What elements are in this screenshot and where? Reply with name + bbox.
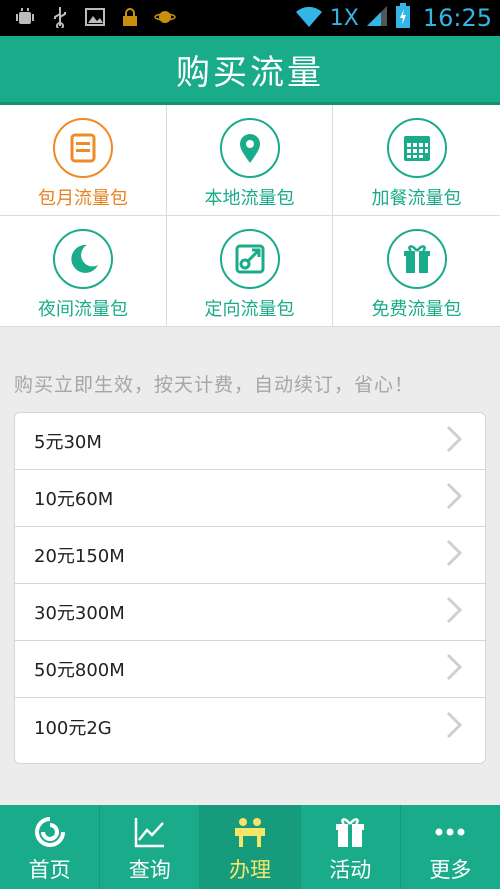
planet-icon [154, 6, 176, 32]
usb-icon [49, 6, 71, 32]
android-debug-icon [14, 6, 36, 32]
package-row[interactable]: 10元60M [15, 470, 485, 527]
package-label: 50元800M [34, 660, 125, 681]
nav-label: 更多 [429, 858, 472, 882]
billing-note: 购买立即生效，按天计费，自动续订，省心！ [14, 374, 415, 396]
nav-label: 首页 [28, 858, 71, 882]
nav-activity[interactable]: 活动 [301, 805, 401, 889]
package-row[interactable]: 20元150M [15, 527, 485, 584]
battery-icon [395, 3, 411, 33]
gift-icon [386, 229, 447, 289]
gift-icon [333, 815, 367, 849]
chevron-right-icon [445, 652, 463, 686]
more-dots-icon [433, 815, 467, 849]
package-row[interactable]: 50元800M [15, 641, 485, 698]
wifi-icon [294, 3, 324, 33]
nav-more[interactable]: 更多 [401, 805, 500, 889]
package-row[interactable]: 5元30M [15, 413, 485, 470]
nav-label: 活动 [329, 858, 372, 882]
package-list: 5元30M 10元60M 20元150M 30元300M 50元800M 100… [14, 412, 486, 764]
category-directed[interactable]: 定向流量包 [167, 216, 333, 327]
chart-icon [133, 815, 167, 849]
category-local[interactable]: 本地流量包 [167, 105, 333, 216]
package-label: 30元300M [34, 603, 125, 624]
service-icon [233, 815, 267, 849]
calendar-grid-icon [386, 118, 447, 178]
category-extra[interactable]: 加餐流量包 [333, 105, 500, 216]
chevron-right-icon [445, 424, 463, 458]
title-bar: 购买流量 [0, 36, 500, 105]
chevron-right-icon [445, 481, 463, 515]
category-label: 定向流量包 [204, 299, 295, 320]
status-bar: 1X 16:25 [0, 0, 500, 36]
package-label: 5元30M [34, 432, 102, 453]
location-pin-icon [219, 118, 280, 178]
chevron-right-icon [445, 595, 463, 629]
category-label: 包月流量包 [38, 188, 128, 209]
package-label: 20元150M [34, 546, 125, 567]
page-title: 购买流量 [176, 52, 324, 93]
category-label: 夜间流量包 [38, 299, 128, 320]
network-type: 1X [329, 5, 359, 31]
package-label: 100元2G [34, 717, 112, 739]
category-grid: 包月流量包 本地流量包 加餐流量包 夜间流量包 定向流量包 免费流量包 [0, 105, 500, 327]
chevron-right-icon [445, 538, 463, 572]
nav-home[interactable]: 首页 [0, 805, 101, 889]
category-monthly[interactable]: 包月流量包 [0, 105, 167, 216]
category-free[interactable]: 免费流量包 [333, 216, 500, 327]
package-row[interactable]: 100元2G [15, 698, 485, 755]
calendar-month-icon [53, 118, 113, 178]
nav-query[interactable]: 查询 [100, 805, 201, 889]
nav-label: 办理 [229, 858, 271, 882]
nav-service[interactable]: 办理 [200, 805, 301, 889]
package-row[interactable]: 30元300M [15, 584, 485, 641]
moon-icon [53, 229, 113, 289]
package-label: 10元60M [34, 489, 114, 510]
lock-icon [119, 6, 141, 32]
clock: 16:25 [422, 4, 492, 32]
category-label: 加餐流量包 [371, 188, 462, 209]
chevron-right-icon [445, 710, 463, 744]
category-label: 免费流量包 [371, 299, 462, 320]
signal-icon [365, 4, 389, 32]
category-night[interactable]: 夜间流量包 [0, 216, 167, 327]
image-icon [84, 6, 106, 32]
home-logo-icon [33, 815, 67, 849]
category-label: 本地流量包 [204, 188, 295, 209]
bottom-nav: 首页 查询 办理 活动 更多 [0, 805, 500, 889]
nav-label: 查询 [128, 858, 171, 882]
target-arrow-icon [219, 229, 280, 289]
